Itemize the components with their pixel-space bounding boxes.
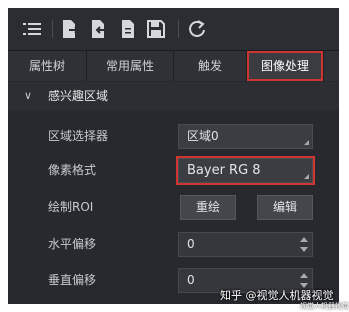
vertical-offset-value: 0 [187,273,195,287]
draw-roi-label: 绘制ROI [48,200,94,214]
vertical-offset-label: 垂直偏移 [48,273,97,287]
redraw-button[interactable]: 重绘 [180,195,236,220]
list-icon[interactable] [22,19,42,39]
region-selector-value: 区域0 [187,129,219,143]
pixel-format-value: Bayer RG 8 [187,163,261,178]
tab-image-processing[interactable]: 图像处理 [247,51,324,81]
row-pixel-format: 像素格式 Bayer RG 8 [8,154,339,187]
chevron-down-icon[interactable]: ∨ [24,82,32,110]
camera-properties-panel: 属性树 常用属性 触发 图像处理 ∨ 感兴趣区域 区域选择器 区域0 像素格式 … [8,8,339,304]
row-horizontal-offset: 水平偏移 0 [8,228,339,261]
spin-up-icon[interactable] [300,237,308,242]
pixel-format-dropdown[interactable]: Bayer RG 8 [178,158,313,183]
region-selector-label: 区域选择器 [48,129,109,143]
toolbar [8,8,339,51]
dropdown-corner-icon [304,174,309,179]
refresh-icon[interactable] [187,19,207,39]
horizontal-offset-value: 0 [187,237,195,251]
toolbar-separator [52,20,53,38]
group-title: 感兴趣区域 [48,89,109,103]
toolbar-separator [178,20,179,38]
tab-trigger[interactable]: 触发 [174,51,247,81]
pixel-format-label: 像素格式 [48,163,97,177]
save-icon[interactable] [146,19,166,39]
row-region-selector: 区域选择器 区域0 [8,120,339,153]
import-file-icon[interactable] [89,19,109,39]
document-icon[interactable] [118,19,138,39]
horizontal-offset-spinbox[interactable]: 0 [178,232,313,257]
tab-common-properties[interactable]: 常用属性 [87,51,174,81]
spin-down-icon[interactable] [300,247,308,252]
tab-property-tree[interactable]: 属性树 [8,51,87,81]
spin-up-icon[interactable] [300,273,308,278]
horizontal-offset-label: 水平偏移 [48,237,97,251]
export-file-icon[interactable] [60,19,80,39]
dropdown-corner-icon [304,140,309,145]
watermark-subtext: 视觉人机器视觉 [300,302,349,310]
edit-button[interactable]: 编辑 [257,195,313,220]
region-selector-dropdown[interactable]: 区域0 [178,124,313,149]
group-header-roi[interactable]: ∨ 感兴趣区域 [8,82,339,110]
row-draw-roi: 绘制ROI 重绘 编辑 [8,191,339,224]
tab-bar: 属性树 常用属性 触发 图像处理 [8,51,339,81]
